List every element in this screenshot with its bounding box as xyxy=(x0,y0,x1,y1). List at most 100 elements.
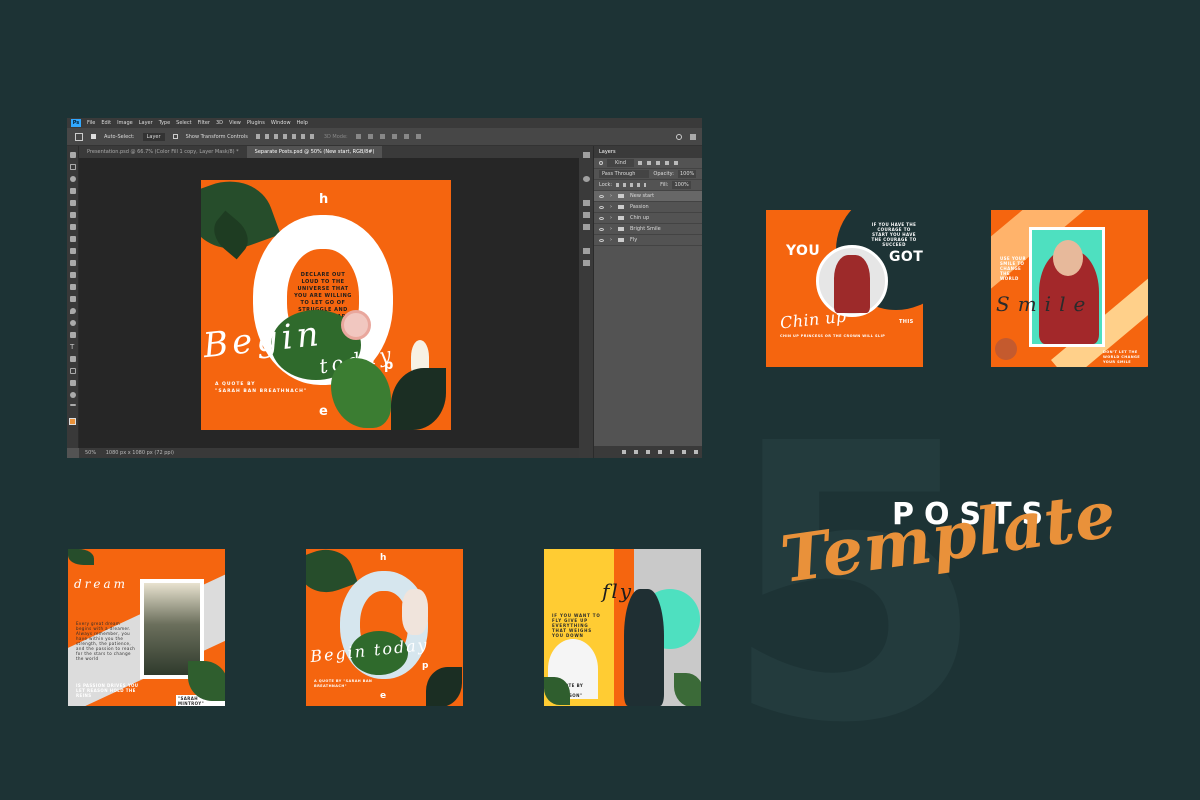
byline-text: A QUOTE BY "SARAH BAN BREATHNACH" xyxy=(314,679,373,688)
workspace-icon[interactable] xyxy=(690,133,696,140)
adjustment-layer-icon[interactable] xyxy=(658,450,662,454)
post-thumbnail-chin-up: YOU GOT IF YOU HAVE THE COURAGE TO START… xyxy=(766,210,923,367)
layer-row[interactable]: › Chin up xyxy=(594,213,702,224)
path-select-icon[interactable] xyxy=(70,356,76,362)
move-icon[interactable] xyxy=(70,152,76,158)
document-tabs: Presentation.psd @ 66.7% (Color Fill 1 c… xyxy=(79,146,591,158)
menu-layer[interactable]: Layer xyxy=(139,120,153,126)
menu-window[interactable]: Window xyxy=(271,120,291,126)
menu-select[interactable]: Select xyxy=(176,120,191,126)
menu-bar: Ps File Edit Image Layer Type Select Fil… xyxy=(67,118,702,128)
letter-h: h xyxy=(380,553,387,563)
transform-controls-checkbox[interactable] xyxy=(172,134,178,139)
fx-icon[interactable] xyxy=(634,450,638,454)
align-icons[interactable] xyxy=(255,134,316,139)
auto-select-checkbox[interactable] xyxy=(91,134,96,139)
brush-settings-icon[interactable] xyxy=(583,200,590,206)
app-logo[interactable]: Ps xyxy=(71,119,81,127)
character-icon[interactable] xyxy=(583,260,590,266)
fill-input[interactable]: 100% xyxy=(672,181,691,189)
new-group-icon[interactable] xyxy=(670,450,674,454)
3d-mode-icons[interactable] xyxy=(355,134,426,139)
foreground-color-swatch[interactable] xyxy=(69,418,76,425)
chevron-right-icon[interactable]: › xyxy=(610,226,612,232)
mask-icon[interactable] xyxy=(646,450,650,454)
properties-icon[interactable] xyxy=(583,224,590,230)
script-text: Smile xyxy=(996,292,1094,316)
layer-row[interactable]: › Fly xyxy=(594,235,702,246)
layer-row[interactable]: › Bright Smile xyxy=(594,224,702,235)
chevron-right-icon[interactable]: › xyxy=(610,204,612,210)
visibility-eye-icon[interactable] xyxy=(599,227,604,231)
blend-mode-dropdown[interactable]: Pass Through xyxy=(599,170,650,178)
tab-presentation[interactable]: Presentation.psd @ 66.7% (Color Fill 1 c… xyxy=(79,146,247,158)
marquee-icon[interactable] xyxy=(70,164,76,170)
link-icon[interactable] xyxy=(622,450,626,454)
type-icon[interactable]: T xyxy=(70,344,76,351)
lasso-icon[interactable] xyxy=(70,176,76,182)
clone-stamp-icon[interactable] xyxy=(70,260,76,266)
script-text: Chin up xyxy=(779,306,848,333)
menu-3d[interactable]: 3D xyxy=(216,120,223,126)
folder-icon xyxy=(618,238,624,242)
menu-file[interactable]: File xyxy=(87,120,95,126)
quick-select-icon[interactable] xyxy=(70,188,76,194)
paragraph-icon[interactable] xyxy=(583,248,590,254)
photoshop-window: Ps File Edit Image Layer Type Select Fil… xyxy=(67,118,702,458)
eraser-icon[interactable] xyxy=(70,284,76,290)
rectangle-icon[interactable] xyxy=(70,368,76,374)
zoom-icon[interactable] xyxy=(70,392,76,398)
tab-separate-posts[interactable]: Separate Posts.psd @ 50% (New start, RGB… xyxy=(246,146,383,158)
visibility-eye-icon[interactable] xyxy=(599,194,604,198)
chevron-right-icon[interactable]: › xyxy=(610,237,612,243)
pen-icon[interactable] xyxy=(70,332,76,338)
bottom-text: IS PASSION DRIVES YOU LET REASON HOLD TH… xyxy=(76,683,139,698)
visibility-eye-icon[interactable] xyxy=(599,238,604,242)
quote-text: IF YOU HAVE THE COURAGE TO START YOU HAV… xyxy=(871,222,917,247)
history-icon[interactable] xyxy=(583,152,590,158)
layers-panel-actions xyxy=(594,446,702,458)
frame-icon[interactable] xyxy=(70,212,76,218)
layer-row[interactable]: › Passion xyxy=(594,202,702,213)
layers-panel: Layers Kind Pass Through Opacity: 100% L… xyxy=(593,146,702,458)
more-tools-icon[interactable] xyxy=(70,404,76,406)
design-canvas[interactable]: h p e DECLARE OUT LOUD TO THE UNIVERSE T… xyxy=(201,180,451,430)
quote-text: IF YOU WANT TO FLY GIVE UP EVERYTHING TH… xyxy=(552,613,601,638)
zoom-level[interactable]: 50% xyxy=(85,450,96,456)
menu-view[interactable]: View xyxy=(229,120,241,126)
visibility-eye-icon[interactable] xyxy=(599,205,604,209)
layer-row[interactable]: › New start xyxy=(594,191,702,202)
dodge-icon[interactable] xyxy=(70,320,76,326)
search-icon[interactable] xyxy=(676,133,682,140)
new-layer-icon[interactable] xyxy=(682,450,686,454)
menu-image[interactable]: Image xyxy=(117,120,133,126)
move-tool-icon[interactable] xyxy=(75,132,83,141)
adjustments-icon[interactable] xyxy=(583,212,590,218)
color-icon[interactable] xyxy=(583,176,590,182)
eyedropper-icon[interactable] xyxy=(70,224,76,230)
filter-icons[interactable] xyxy=(638,161,683,165)
auto-select-dropdown[interactable]: Layer xyxy=(142,132,165,141)
crop-icon[interactable] xyxy=(70,200,76,206)
opacity-input[interactable]: 100% xyxy=(677,170,697,178)
blur-icon[interactable] xyxy=(70,308,76,314)
layer-filter-dropdown[interactable]: Kind xyxy=(607,159,635,167)
menu-plugins[interactable]: Plugins xyxy=(247,120,265,126)
history-brush-icon[interactable] xyxy=(70,272,76,278)
menu-help[interactable]: Help xyxy=(297,120,308,126)
chevron-right-icon[interactable]: › xyxy=(610,215,612,221)
layers-panel-title[interactable]: Layers xyxy=(594,146,702,158)
chevron-right-icon[interactable]: › xyxy=(610,193,612,199)
menu-edit[interactable]: Edit xyxy=(101,120,111,126)
hand-icon[interactable] xyxy=(70,380,76,386)
trash-icon[interactable] xyxy=(694,450,698,454)
healing-brush-icon[interactable] xyxy=(70,236,76,242)
folder-icon xyxy=(618,194,624,198)
brush-icon[interactable] xyxy=(70,248,76,254)
menu-filter[interactable]: Filter xyxy=(198,120,210,126)
visibility-eye-icon[interactable] xyxy=(599,216,604,220)
post-thumbnail-hope: h p e Begin today A QUOTE BY "SARAH BAN … xyxy=(306,549,463,706)
lock-icons[interactable] xyxy=(616,183,647,187)
gradient-icon[interactable] xyxy=(70,296,76,302)
menu-type[interactable]: Type xyxy=(159,120,170,126)
